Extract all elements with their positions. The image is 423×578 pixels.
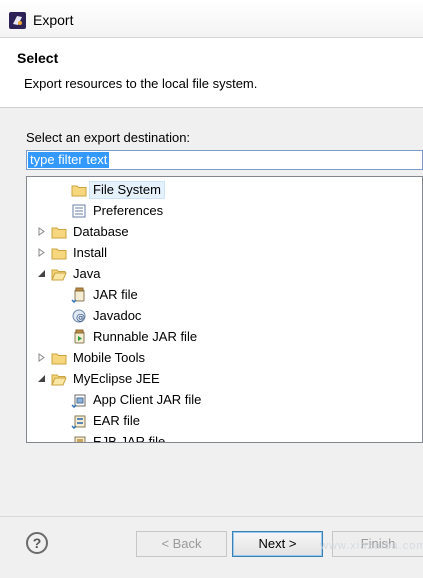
tree-item-label: Javadoc: [93, 308, 142, 323]
tree-item-app-client-jar-file[interactable]: App Client JAR file: [27, 390, 422, 410]
runnable-jar-icon: [74, 329, 85, 344]
help-button[interactable]: ?: [26, 532, 48, 554]
tree-item-database[interactable]: Database: [27, 222, 422, 242]
ear-icon: [71, 415, 86, 429]
tree-item-label: Preferences: [93, 203, 164, 218]
tree-item-label: Mobile Tools: [73, 350, 146, 365]
tree-item-label: EAR file: [93, 413, 140, 428]
tree-item-label: Java: [73, 266, 101, 281]
page-title: Select: [17, 50, 59, 66]
tree-item-label: App Client JAR file: [93, 392, 202, 407]
tree-item-runnable-jar-file[interactable]: Runnable JAR file: [27, 327, 422, 347]
watermark: www.xiazaiba.com: [320, 540, 423, 552]
tree-item-myeclipse-jee[interactable]: MyEclipse JEE: [27, 369, 422, 389]
tree-item-label: EJB JAR file: [93, 434, 166, 443]
tree-item-label: MyEclipse JEE: [73, 371, 160, 386]
tree-item-ear-file[interactable]: EAR file: [27, 411, 422, 431]
chevron-down-icon[interactable]: [37, 374, 46, 383]
tree-item-ejb-jar-file[interactable]: EJB JAR file: [27, 432, 422, 443]
svg-text:@: @: [76, 313, 85, 323]
folder-icon: [71, 185, 87, 197]
folder-icon: [51, 227, 67, 239]
wizard-header: Select Export resources to the local fil…: [0, 38, 423, 108]
page-description: Export resources to the local file syste…: [24, 76, 258, 91]
tree-item-label: Runnable JAR file: [93, 329, 198, 344]
window-title: Export: [33, 12, 74, 28]
filter-input[interactable]: type filter text: [26, 150, 423, 170]
preferences-icon: [72, 204, 86, 218]
tree-item-jar-file[interactable]: JAR file: [27, 285, 422, 305]
chevron-right-icon[interactable]: [37, 227, 46, 236]
tree-item-label: Database: [73, 224, 129, 239]
folder-icon: [51, 353, 67, 365]
tree-item-install[interactable]: Install: [27, 243, 422, 263]
ejb-jar-icon: [74, 436, 86, 442]
folder-open-icon: [51, 269, 67, 281]
folder-icon: [51, 248, 67, 260]
tree-item-label: Install: [73, 245, 107, 260]
destination-label: Select an export destination:: [26, 130, 191, 145]
chevron-right-icon[interactable]: [37, 353, 46, 362]
filter-text: type filter text: [28, 152, 110, 168]
tree-item-javadoc[interactable]: @ Javadoc: [27, 306, 422, 326]
tree-item-preferences[interactable]: Preferences: [27, 201, 422, 221]
chevron-right-icon[interactable]: [37, 248, 46, 257]
tree-item-mobile-tools[interactable]: Mobile Tools: [27, 348, 422, 368]
tree-item-label: JAR file: [93, 287, 138, 302]
javadoc-icon: @: [72, 309, 86, 323]
chevron-down-icon[interactable]: [37, 269, 46, 278]
tree-item-file-system[interactable]: File System: [27, 180, 422, 200]
export-destination-tree[interactable]: File System Preferences Database Install: [26, 176, 423, 443]
folder-open-icon: [51, 374, 67, 386]
jar-icon: [71, 287, 85, 303]
app-client-jar-icon: [71, 394, 86, 408]
tree-item-java[interactable]: Java: [27, 264, 422, 284]
next-button[interactable]: Next >: [232, 531, 323, 557]
footer-separator: [0, 516, 423, 517]
title-bar: Export: [0, 0, 423, 38]
back-button[interactable]: < Back: [136, 531, 227, 557]
eclipse-icon: [9, 12, 26, 29]
tree-item-label: File System: [89, 181, 165, 199]
